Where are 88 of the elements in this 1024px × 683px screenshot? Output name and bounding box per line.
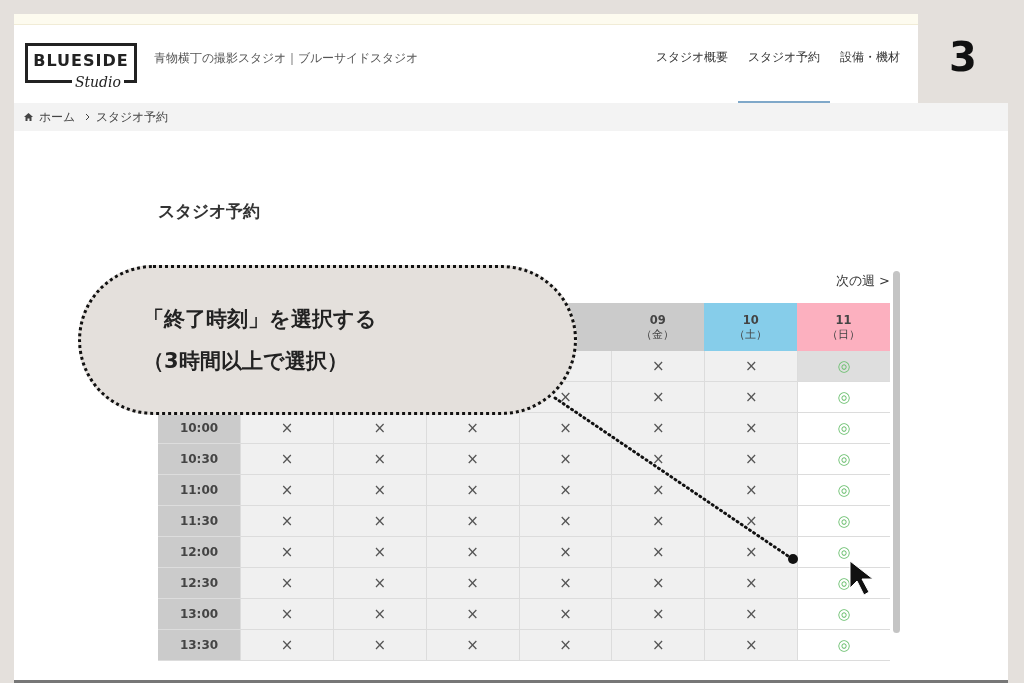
slot-cell: × <box>611 630 705 661</box>
time-cell: 11:00 <box>158 475 240 506</box>
chevron-icon <box>85 113 90 121</box>
date-header: 09 （金） <box>611 303 705 351</box>
slot-cell: × <box>611 506 705 537</box>
slot-cell: × <box>425 568 519 599</box>
slot-cell[interactable]: ◎ <box>797 382 890 413</box>
breadcrumb-link[interactable]: スタジオ予約 <box>96 109 168 125</box>
slot-cell: × <box>240 599 333 630</box>
slot-cell: × <box>332 630 426 661</box>
time-cell: 10:30 <box>158 444 240 475</box>
date-header: 10 （土） <box>704 303 798 351</box>
slot-cell: × <box>332 568 426 599</box>
slot-cell: × <box>332 506 426 537</box>
slot-cell: × <box>611 537 705 568</box>
time-cell: 12:00 <box>158 537 240 568</box>
slot-cell: × <box>611 599 705 630</box>
slot-cell: × <box>704 630 798 661</box>
time-cell: 10:00 <box>158 413 240 444</box>
slot-cell[interactable]: ◎ <box>797 475 890 506</box>
home-icon <box>24 113 33 121</box>
nav-link[interactable]: 設備・機材 <box>830 25 910 103</box>
slot-cell: × <box>332 475 426 506</box>
slot-cell: × <box>611 413 705 444</box>
slot-cell: × <box>704 568 798 599</box>
breadcrumb-link[interactable]: ホーム <box>39 109 75 125</box>
scrollbar[interactable] <box>893 271 900 633</box>
slot-cell: × <box>240 537 333 568</box>
slot-cell: × <box>332 413 426 444</box>
callout-text: （3時間以上で選択） <box>143 348 349 375</box>
slot-cell: × <box>704 506 798 537</box>
slot-cell: × <box>518 599 612 630</box>
slot-cell: × <box>425 537 519 568</box>
slot-cell: × <box>518 630 612 661</box>
step-number: 3 <box>948 33 978 82</box>
slot-cell[interactable]: ◎ <box>797 506 890 537</box>
slot-cell: × <box>332 599 426 630</box>
slot-cell: × <box>704 413 798 444</box>
slot-cell: × <box>611 444 705 475</box>
date-header: 11 （日） <box>797 303 890 351</box>
slot-cell: × <box>240 413 333 444</box>
slot-cell: × <box>425 599 519 630</box>
time-cell: 11:30 <box>158 506 240 537</box>
slot-cell: × <box>240 568 333 599</box>
slot-cell: × <box>240 506 333 537</box>
next-week-link[interactable]: 次の週 > <box>835 271 890 291</box>
slot-cell: × <box>518 506 612 537</box>
slot-cell: × <box>425 475 519 506</box>
slot-cell: × <box>518 413 612 444</box>
slot-cell[interactable]: ◎ <box>797 537 890 568</box>
slot-cell: × <box>704 599 798 630</box>
slot-cell: × <box>425 413 519 444</box>
slot-cell: × <box>425 630 519 661</box>
time-cell: 13:00 <box>158 599 240 630</box>
callout-text: 「終了時刻」を選択する <box>143 306 378 333</box>
slot-cell: × <box>704 475 798 506</box>
slot-cell[interactable]: ◎ <box>797 351 890 382</box>
slot-cell: × <box>611 382 705 413</box>
logo-subtitle: Studio <box>71 74 124 90</box>
time-cell: 12:30 <box>158 568 240 599</box>
page-title: スタジオ予約 <box>158 200 261 223</box>
slot-cell: × <box>704 382 798 413</box>
slot-cell: × <box>518 444 612 475</box>
slot-cell: × <box>611 568 705 599</box>
slot-cell: × <box>518 537 612 568</box>
slot-cell: × <box>518 475 612 506</box>
logo-name: BLUESIDE <box>33 51 129 72</box>
slot-cell: × <box>518 568 612 599</box>
slot-cell: × <box>611 475 705 506</box>
time-cell: 13:30 <box>158 630 240 661</box>
slot-cell: × <box>332 537 426 568</box>
slot-cell[interactable]: ◎ <box>797 413 890 444</box>
slot-cell: × <box>704 351 798 382</box>
nav-link[interactable]: スタジオ概要 <box>646 25 738 103</box>
slot-cell[interactable]: ◎ <box>797 444 890 475</box>
cursor-icon <box>849 560 874 596</box>
slot-cell: × <box>332 444 426 475</box>
slot-cell: × <box>704 444 798 475</box>
slot-cell: × <box>240 475 333 506</box>
slot-cell[interactable]: ◎ <box>797 630 890 661</box>
slot-cell: × <box>240 444 333 475</box>
slot-cell: × <box>425 444 519 475</box>
slot-cell: × <box>704 537 798 568</box>
slot-cell[interactable]: ◎ <box>797 599 890 630</box>
site-tagline: 青物横丁の撮影スタジオ｜ブルーサイドスタジオ <box>154 50 418 66</box>
slot-cell: × <box>425 506 519 537</box>
slot-cell: × <box>240 630 333 661</box>
slot-cell: × <box>611 351 705 382</box>
